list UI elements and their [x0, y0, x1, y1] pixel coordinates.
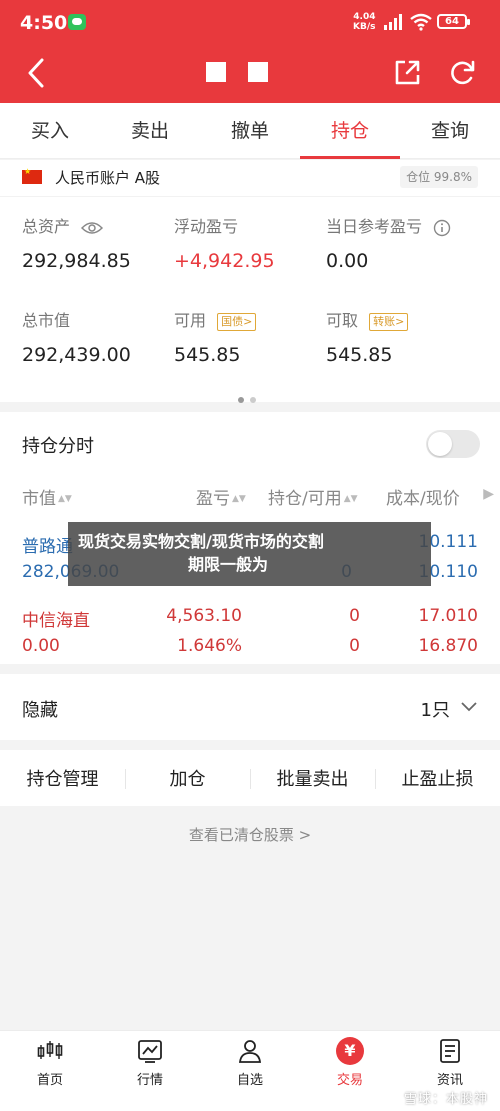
chevron-down-icon: [461, 702, 477, 712]
article-title-banner: 现货交易实物交割/现货市场的交割 期限一般为: [68, 522, 431, 586]
metric-floating-pnl: 浮动盈亏 +4,942.95: [174, 217, 275, 272]
add-position-button[interactable]: 加仓: [125, 765, 250, 791]
info-icon[interactable]: [433, 219, 451, 237]
transfer-button[interactable]: 转账>: [369, 312, 409, 331]
sort-icon: ▲▼: [343, 494, 358, 504]
metric-available: 可用 国债> 545.85: [174, 310, 324, 366]
wechat-notification-icon: [68, 14, 86, 30]
status-bar: 4:50 4.04 KB/s 64: [0, 0, 500, 44]
nav-watchlist[interactable]: 自选: [200, 1031, 300, 1111]
account-name: 人民币账户 A股: [55, 169, 161, 187]
battery-icon: 64: [437, 14, 470, 29]
holding-actions: 持仓管理 加仓 批量卖出 止盈止损: [0, 750, 500, 806]
metric-market-value: 总市值 292,439.00: [22, 311, 131, 366]
app-header: 4:50 4.04 KB/s 64: [0, 0, 500, 103]
account-summary: 人民币账户 A股 仓位 99.8% 总资产 292,984.85 浮动盈亏 +4…: [0, 160, 500, 403]
manage-holdings-button[interactable]: 持仓管理: [0, 765, 125, 791]
metric-withdrawable: 可取 转账> 545.85: [326, 310, 476, 366]
batch-sell-button[interactable]: 批量卖出: [250, 765, 375, 791]
share-icon[interactable]: [392, 58, 422, 88]
watermark-credit: 雪球：本股神: [403, 1092, 488, 1107]
column-cost-price[interactable]: 成本/现价: [386, 484, 460, 509]
holding-pnl: 4,563.10: [166, 606, 242, 626]
account-selector[interactable]: 人民币账户 A股 仓位 99.8%: [0, 160, 500, 196]
network-speed: 4.04 KB/s: [353, 12, 376, 32]
holding-name[interactable]: 普路通: [22, 532, 73, 557]
tab-sell[interactable]: 卖出: [100, 103, 200, 158]
column-pnl[interactable]: 盈亏 ▲▼: [196, 484, 246, 509]
holding-quantity: 0: [349, 606, 360, 626]
candlestick-icon: [37, 1041, 63, 1059]
hidden-label: 隐藏: [22, 700, 58, 721]
page-title-redacted: [206, 62, 286, 84]
status-time: 4:50: [20, 12, 68, 34]
hidden-holdings-row[interactable]: 隐藏 1只: [0, 674, 500, 740]
sort-icon: ▲▼: [58, 494, 72, 504]
position-ratio-badge: 仓位 99.8%: [400, 166, 478, 188]
holding-pnl-percent: 1.646%: [177, 636, 242, 656]
nav-market[interactable]: 行情: [100, 1031, 200, 1111]
tab-buy[interactable]: 买入: [0, 103, 100, 158]
tab-query[interactable]: 查询: [400, 103, 500, 158]
user-icon: [238, 1040, 262, 1063]
holding-name[interactable]: 中信海直: [22, 606, 90, 631]
refresh-icon[interactable]: [447, 58, 477, 88]
take-profit-stop-loss-button[interactable]: 止盈止损: [375, 765, 500, 791]
holding-cost: 17.010: [418, 606, 478, 626]
back-button[interactable]: [20, 56, 52, 90]
eye-icon[interactable]: [81, 221, 104, 235]
hidden-count: 1只: [420, 700, 450, 721]
tab-positions[interactable]: 持仓: [300, 103, 400, 159]
page-indicator: [238, 388, 262, 407]
holding-available: 0: [349, 636, 360, 656]
tab-cancel[interactable]: 撤单: [200, 103, 300, 158]
nav-trade[interactable]: ¥ 交易: [300, 1031, 400, 1111]
column-market-value[interactable]: 市值 ▲▼: [22, 484, 72, 509]
metric-daily-pnl: 当日参考盈亏 0.00: [326, 216, 486, 272]
yuan-icon: ¥: [336, 1037, 364, 1065]
intraday-toggle[interactable]: [426, 430, 480, 458]
divider: [0, 196, 500, 197]
signal-icon: [384, 14, 404, 30]
news-icon: [440, 1039, 460, 1063]
chevron-right-icon[interactable]: ▶: [483, 486, 494, 502]
holding-price: 16.870: [418, 636, 478, 656]
nav-home[interactable]: 首页: [0, 1031, 100, 1111]
sort-icon: ▲▼: [232, 494, 246, 504]
treasury-bond-button[interactable]: 国债>: [217, 312, 257, 331]
holdings-title: 持仓分时: [22, 436, 94, 457]
cleared-stocks-link[interactable]: 查看已清仓股票 >: [0, 824, 500, 845]
holding-market-value: 0.00: [22, 636, 60, 656]
column-hold-available[interactable]: 持仓/可用 ▲▼: [268, 484, 358, 509]
wifi-icon: [410, 13, 432, 31]
metric-total-assets: 总资产 292,984.85: [22, 217, 131, 272]
trade-tabs: 买入 卖出 撤单 持仓 查询: [0, 103, 500, 159]
chart-icon: [138, 1040, 162, 1063]
china-flag-icon: [22, 167, 42, 184]
